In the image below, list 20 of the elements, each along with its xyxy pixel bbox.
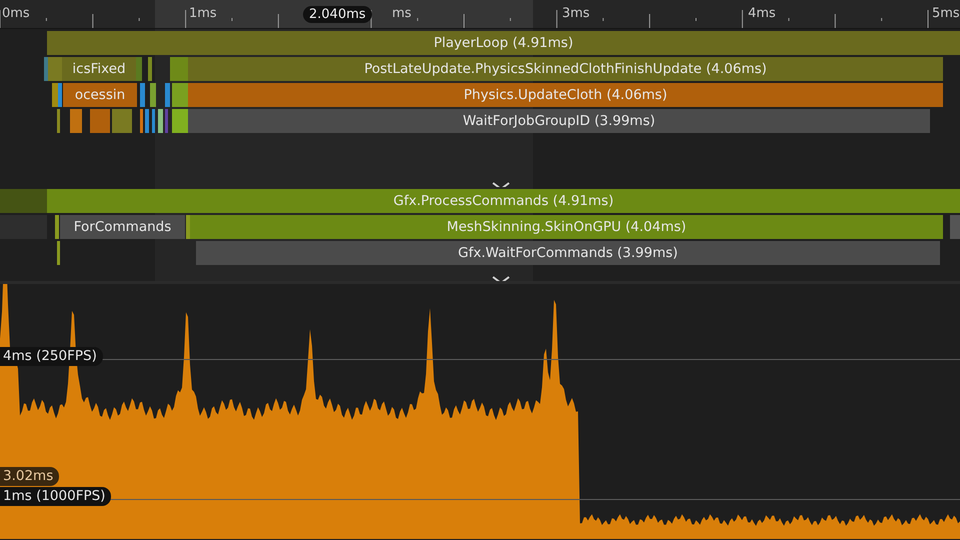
sample-bar[interactable]: icsFixed [62,57,136,81]
reference-label: 1ms (1000FPS) [0,487,112,506]
sample-bar[interactable]: MeshSkinning.SkinOnGPU (4.04ms) [190,215,943,239]
time-label: 0ms [2,6,30,21]
time-label: 3ms [562,6,590,21]
sample-bar[interactable]: Gfx.ProcessCommands (4.91ms) [47,189,960,213]
selected-value-label: 3.02ms [0,467,60,486]
time-label: 5ms [932,6,960,21]
time-label: 1ms [189,6,217,21]
sample-bar[interactable]: PlayerLoop (4.91ms) [47,31,960,55]
reference-label: 4ms (250FPS) [0,347,103,366]
sample-bar[interactable]: PostLateUpdate.PhysicsSkinnedClothFinishUpdate (4.06ms) [188,57,943,81]
sample-bar[interactable]: ocessin [63,83,137,107]
sample-bar[interactable]: Physics.UpdateCloth (4.06ms) [188,83,943,107]
sample-bar[interactable]: Gfx.WaitForCommands (3.99ms) [196,241,940,265]
cursor-time-label[interactable]: 2.040ms [303,6,372,23]
time-label: ms [392,6,412,21]
sample-bar[interactable]: WaitForJobGroupID (3.99ms) [188,109,930,133]
time-label: 4ms [748,6,776,21]
sample-bar[interactable]: ForCommands [60,215,185,239]
